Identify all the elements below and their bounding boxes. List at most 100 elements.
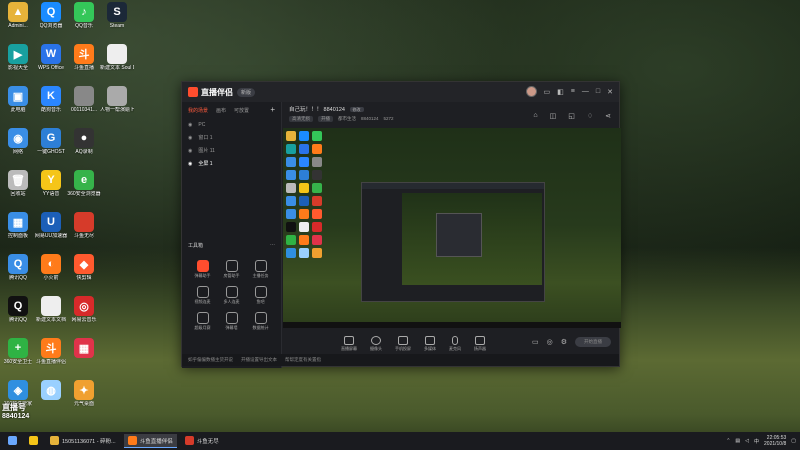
maximize-icon[interactable]: □ <box>596 88 600 95</box>
app-icon: Y <box>41 170 61 190</box>
desktop-icon[interactable]: Q QQ浏览器 <box>35 2 67 29</box>
tool-button[interactable]: 弹幕墙 <box>217 312 246 331</box>
gear-icon[interactable]: ⚙ <box>561 338 567 346</box>
notice-item[interactable]: 帮帮定度有关置指 <box>285 357 321 363</box>
scene-item[interactable]: ◉ 全屏 1 <box>182 157 281 170</box>
microphone-button[interactable]: 麦克风 <box>449 336 461 352</box>
edit-tag[interactable]: 修改 <box>349 107 364 112</box>
tool-button[interactable]: 弹幕助手 <box>188 260 217 279</box>
desktop-icon-label: Steam <box>109 23 125 29</box>
desktop-icon[interactable]: 斗鱼无尽 <box>68 212 100 239</box>
tool-button[interactable]: 主播任务 <box>246 260 275 279</box>
tool-button[interactable]: 数据统计 <box>246 312 275 331</box>
shop-icon[interactable]: ◫ <box>550 112 557 120</box>
screen-button[interactable]: 直播屏幕 <box>341 336 357 352</box>
phone-cast-button[interactable]: 手机投屏 <box>395 336 411 352</box>
scene-item[interactable]: ◉ PC <box>182 119 281 131</box>
tool-button[interactable]: 视频连麦 <box>188 286 217 305</box>
taskbar-item[interactable]: 斗鱼无尽 <box>181 434 223 448</box>
desktop-icon-label: 腾讯QQ <box>9 317 27 323</box>
desktop-icon[interactable]: ♪ QQ音乐 <box>68 2 100 29</box>
add-scene-icon[interactable]: + <box>270 106 275 114</box>
record-circle-icon[interactable]: ◎ <box>547 338 553 346</box>
taskbar-item-active[interactable]: 斗鱼直播伴侣 <box>123 434 177 448</box>
taskbar-item[interactable] <box>25 434 42 448</box>
network-icon[interactable]: ▤ <box>735 438 740 444</box>
scene-item[interactable]: ◉ 图片 11 <box>182 144 281 157</box>
settings-icon[interactable]: ≡ <box>571 88 575 95</box>
avatar[interactable] <box>525 86 537 97</box>
desktop-icon[interactable]: e 360安全浏览器 <box>67 170 101 197</box>
desktop-icon[interactable]: S Steam <box>101 2 133 29</box>
live-pill[interactable]: 开播 <box>318 116 333 122</box>
desktop-icon[interactable]: ● AQ录制 <box>68 128 100 155</box>
desktop-icon[interactable]: ◎ 网易云音乐 <box>68 296 100 323</box>
start-button[interactable] <box>4 434 21 448</box>
desktop-icon[interactable]: ▣ 此电脑 <box>2 86 34 113</box>
skin-icon[interactable]: ◧ <box>557 88 564 96</box>
volume-icon[interactable]: ◁ <box>745 438 749 444</box>
desktop-icon[interactable]: ◆ 快剪辑 <box>68 254 100 281</box>
desktop-icon[interactable]: ▲ Admini... <box>2 2 34 29</box>
desktop-icon[interactable]: 斗斗鱼直播 <box>68 44 100 71</box>
toolbox-more-icon[interactable]: ⋯ <box>270 242 275 249</box>
desktop-icon[interactable]: 新建文本文档 <box>35 296 67 323</box>
minimize-icon[interactable]: — <box>582 88 589 95</box>
desktop-icon[interactable]: ◉ 网络 <box>2 128 34 155</box>
bell-icon[interactable]: ♢ <box>587 112 593 120</box>
ime-icon[interactable]: 中 <box>754 438 759 445</box>
tool-button[interactable]: 超级月赛 <box>188 312 217 331</box>
eye-icon[interactable]: ◉ <box>188 135 192 141</box>
gift-icon[interactable]: ⌂ <box>533 112 537 120</box>
notice-item[interactable]: 如乎偏偏数播主货开说 <box>188 357 233 363</box>
share-icon[interactable]: ⋖ <box>605 112 611 120</box>
desktop-icon[interactable]: 人物一帮演絵 Human Fa... <box>100 86 134 113</box>
scene-item[interactable]: ◉ 窗口 1 <box>182 131 281 144</box>
eye-icon[interactable]: ◉ <box>188 122 192 128</box>
notification-icon[interactable]: ▢ <box>791 438 796 444</box>
desktop-icon[interactable]: ▦ 控制面板 <box>2 212 34 239</box>
notice-item[interactable]: 开播设置导出文本 <box>241 357 277 363</box>
quality-pill[interactable]: 高清无损 <box>289 116 313 122</box>
desktop-icon[interactable]: K 酷狗音乐 <box>35 86 67 113</box>
desktop-icon[interactable]: Q 腾讯QQ <box>2 254 34 281</box>
desktop-icon[interactable]: Y YY语音 <box>35 170 67 197</box>
taskbar-item[interactable]: 15051136071 - 碎粉... <box>46 434 120 448</box>
version-badge[interactable]: 新版 <box>237 87 256 97</box>
close-icon[interactable]: ✕ <box>607 88 613 96</box>
phone-icon <box>398 336 408 345</box>
desktop-icon[interactable]: 斗斗鱼直播伴侣 <box>35 338 67 365</box>
tool-button[interactable]: 鱼吧 <box>246 286 275 305</box>
tool-button[interactable]: 多人连麦 <box>217 286 246 305</box>
tool-button[interactable]: 房管助手 <box>217 260 246 279</box>
tab-scenes[interactable]: 我的场景 <box>188 107 208 114</box>
video-icon[interactable]: ▭ <box>532 338 539 346</box>
desktop-icon[interactable]: ▦ <box>68 338 100 359</box>
desktop-icon[interactable]: U 网易UU加速器 <box>35 212 67 239</box>
camera-button[interactable]: 摄像头 <box>370 336 382 352</box>
desktop-icon[interactable]: ◍ <box>35 380 67 401</box>
desktop-icon[interactable]: ✦ 元气桌面 <box>68 380 100 407</box>
desktop-icon[interactable]: G 一键GHOST <box>35 128 67 155</box>
tab-canvas[interactable]: 画布 <box>216 107 226 114</box>
tray-arrow-icon[interactable]: ⌃ <box>726 438 730 444</box>
record-icon[interactable]: ◱ <box>568 112 575 120</box>
media-button[interactable]: 多媒体 <box>424 336 436 352</box>
speaker-button[interactable]: 扬声器 <box>474 336 486 352</box>
desktop-icon[interactable]: W WPS Office <box>35 44 67 71</box>
start-live-button[interactable]: 开始直播 <box>575 337 611 347</box>
eye-icon[interactable]: ◉ <box>188 148 192 154</box>
message-icon[interactable]: ▭ <box>544 88 551 96</box>
desktop-icon[interactable]: ◐ 小火箭 <box>35 254 67 281</box>
tab-placeable[interactable]: 可放置 <box>234 107 249 114</box>
desktop-icon[interactable]: +360安全卫士 <box>2 338 34 365</box>
preview-canvas[interactable] <box>283 128 621 322</box>
desktop-icon[interactable]: ▶ 影视大全 <box>2 44 34 71</box>
desktop-icon[interactable]: 🗑 回收站 <box>2 170 34 197</box>
room-title[interactable]: 自己玩！！！ <box>289 107 322 113</box>
eye-icon[interactable]: ◉ <box>188 161 192 167</box>
desktop-icon[interactable]: 新建文本 Soul D... <box>100 44 134 71</box>
desktop-icon[interactable]: Q 腾讯QQ <box>2 296 34 323</box>
desktop-icon[interactable]: 00110341... <box>68 86 100 113</box>
clock[interactable]: 22:05:53 2021/10/8 <box>764 435 786 447</box>
